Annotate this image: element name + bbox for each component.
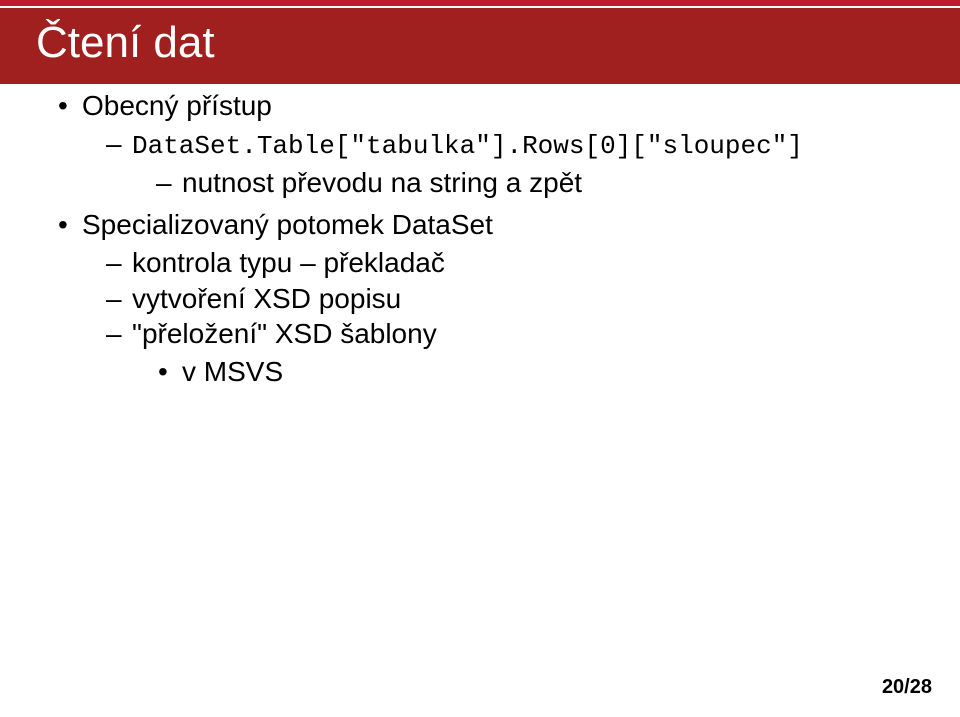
bullet-text: nutnost převodu na string a zpět <box>182 167 582 198</box>
list-item: Obecný přístup DataSet.Table["tabulka"].… <box>52 88 912 201</box>
content-area: Obecný přístup DataSet.Table["tabulka"].… <box>0 84 960 390</box>
list-item: kontrola typu – překladač <box>104 245 912 281</box>
bullet-list: nutnost převodu na string a zpět <box>132 165 912 201</box>
list-item: vytvoření XSD popisu <box>104 281 912 317</box>
slide: Čtení dat Obecný přístup DataSet.Table["… <box>0 0 960 717</box>
bullet-text: "přeložení" XSD šablony <box>132 318 437 349</box>
slide-title: Čtení dat <box>0 18 960 76</box>
bullet-list: v MSVS <box>132 354 912 390</box>
bullet-list: kontrola typu – překladač vytvoření XSD … <box>82 245 912 390</box>
list-item: "přeložení" XSD šablony v MSVS <box>104 316 912 390</box>
code-text: DataSet.Table["tabulka"].Rows[0]["sloupe… <box>132 131 803 161</box>
list-item: v MSVS <box>156 354 912 390</box>
bullet-text: kontrola typu – překladač <box>132 247 445 278</box>
bullet-list: DataSet.Table["tabulka"].Rows[0]["sloupe… <box>82 126 912 201</box>
page-number: 20/28 <box>882 676 932 699</box>
list-item: DataSet.Table["tabulka"].Rows[0]["sloupe… <box>104 126 912 201</box>
bullet-text: Specializovaný potomek DataSet <box>82 209 493 240</box>
list-item: nutnost převodu na string a zpět <box>154 165 912 201</box>
list-item: Specializovaný potomek DataSet kontrola … <box>52 207 912 390</box>
title-bar: Čtení dat <box>0 8 960 84</box>
bullet-text: v MSVS <box>182 356 283 387</box>
bullet-text: vytvoření XSD popisu <box>132 283 401 314</box>
bullet-list: Obecný přístup DataSet.Table["tabulka"].… <box>52 88 912 390</box>
bullet-text: Obecný přístup <box>82 90 272 121</box>
